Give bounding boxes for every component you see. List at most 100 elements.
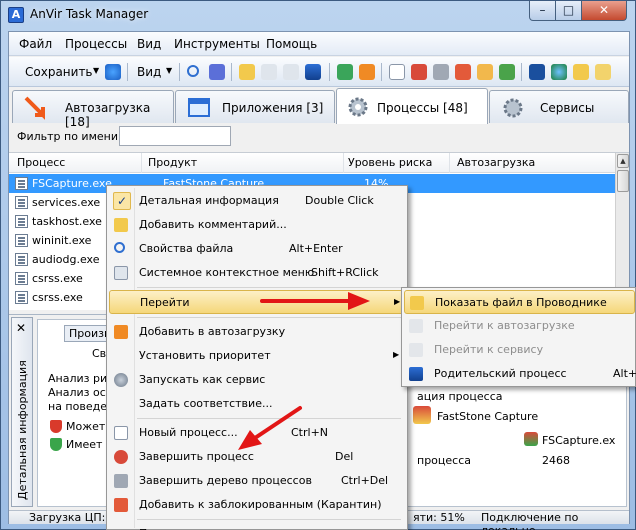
close-button[interactable]: ✕ [581,1,627,21]
menu-help[interactable]: Помощь [266,37,317,51]
scroll-up-icon[interactable]: ▲ [617,154,629,168]
tab-startup[interactable]: Автозагрузка [18] [12,90,174,129]
window-title: AnVir Task Manager [30,7,149,21]
minimize-button[interactable]: – [529,1,556,21]
menu-item-system-context[interactable]: Системное контекстное меню Shift+RClick [109,261,405,285]
tab-strip: Автозагрузка [18] Приложения [3] Процесс… [9,88,629,129]
menu-separator [137,287,401,288]
menu-item-truncated[interactable]: П [109,522,405,530]
menu-bar: Файл Процессы Вид Инструменты Помощь [9,32,629,56]
priority-icon[interactable] [337,64,353,80]
menu-item-goto[interactable]: Перейти ▶ [109,290,405,314]
app-icon: A [8,7,24,23]
web-icon[interactable] [551,64,567,80]
risk-shield-icon [50,420,62,433]
toolbar-separator [127,63,128,81]
new-process-icon[interactable] [389,64,405,80]
menu-view[interactable]: Вид [137,37,161,51]
menu-item-set-priority[interactable]: Установить приоритет ▶ [109,344,405,368]
menu-item-run-as-service[interactable]: Запускать как сервис [109,368,405,392]
process-info-header: ация процесса [417,390,503,403]
menu-file[interactable]: Файл [19,37,52,51]
system-menu-icon [114,266,128,280]
goto-service-icon [409,343,423,357]
menu-item-add-comment[interactable]: Добавить комментарий... [109,213,405,237]
save-dropdown-icon[interactable]: ▼ [93,66,99,75]
parent-process-icon [409,367,423,381]
comment-icon [114,218,128,232]
kill-tree-icon[interactable] [433,64,449,80]
folder-open-icon[interactable] [573,64,589,80]
menu-item-details[interactable]: ✓ Детальная информация Double Click [109,189,405,213]
toolbar-separator [521,63,522,81]
submenu-item-goto-startup[interactable]: Перейти к автозагрузке [404,314,635,338]
parent-process-icon[interactable] [305,64,321,80]
kill-process-icon [114,450,128,464]
context-menu: ✓ Детальная информация Double Click Доба… [106,185,408,530]
table-header: Процесс Продукт Уровень риска Автозагруз… [9,153,615,173]
search-icon[interactable] [187,65,199,77]
save-button[interactable]: Сохранить [25,65,93,79]
tab-services[interactable]: Сервисы [489,90,629,123]
menu-item-set-affinity[interactable]: Задать соответствие... [109,392,405,416]
detail-side-label: Детальная информация [16,360,29,500]
detail-side-tab[interactable]: ✕ Детальная информация [11,317,33,507]
gears-icon [348,97,368,117]
menu-item-quarantine[interactable]: Добавить к заблокированным (Карантин) [109,493,405,517]
menu-processes[interactable]: Процессы [65,37,127,51]
menu-item-new-process[interactable]: Новый процесс... Ctrl+N [109,421,405,445]
windows-icon [188,98,210,117]
folder-icon [410,296,424,310]
close-icon[interactable]: ✕ [16,321,26,335]
column-divider[interactable] [343,153,344,173]
lock-icon[interactable] [477,64,493,80]
menu-separator [137,418,401,419]
toolbar: Сохранить ▼ Вид ▼ [9,57,629,87]
menu-item-add-startup[interactable]: Добавить в автозагрузку [109,320,405,344]
tab-processes[interactable]: Процессы [48] [336,88,488,124]
column-process[interactable]: Процесс [17,156,65,169]
goto-startup-icon[interactable] [261,64,277,80]
maximize-button[interactable]: □ [555,1,582,21]
filter-input[interactable] [119,126,231,146]
properties-icon[interactable] [209,64,225,80]
menu-item-kill-tree[interactable]: Завершить дерево процессов Ctrl+Del [109,469,405,493]
menu-tools[interactable]: Инструменты [174,37,260,51]
menu-item-file-properties[interactable]: Свойства файла Alt+Enter [109,237,405,261]
process-icon [15,196,28,209]
refresh-icon[interactable] [105,64,121,80]
submenu-item-show-in-explorer[interactable]: Показать файл в Проводнике [404,290,635,314]
kill-process-icon[interactable] [411,64,427,80]
menu-item-kill-process[interactable]: Завершить процесс Del [109,445,405,469]
console-icon[interactable] [529,64,545,80]
tab-applications[interactable]: Приложения [3] [175,90,335,123]
title-bar[interactable]: A AnVir Task Manager – □ ✕ [1,1,635,31]
goto-startup-icon [409,319,423,333]
product-name: FastStone Capture [437,410,539,423]
toolbar-separator [329,63,330,81]
column-autostart[interactable]: Автозагрузка [457,156,535,169]
folder-icon[interactable] [239,64,255,80]
menu-separator [137,317,401,318]
goto-service-icon[interactable] [283,64,299,80]
quarantine-icon[interactable] [455,64,471,80]
column-divider[interactable] [141,153,142,173]
column-product[interactable]: Продукт [148,156,197,169]
submenu-item-goto-service[interactable]: Перейти к сервису [404,338,635,362]
new-process-icon [114,426,128,440]
submenu-item-parent-process[interactable]: Родительский процесс Alt+ [404,362,636,386]
green-icon[interactable] [499,64,515,80]
column-divider[interactable] [449,153,450,173]
startup-icon [114,325,128,339]
submenu-arrow-icon: ▶ [394,297,401,306]
notes-icon[interactable] [595,64,611,80]
column-risk[interactable]: Уровень риска [348,156,432,169]
view-button[interactable]: Вид [137,65,161,79]
toolbar-separator [381,63,382,81]
view-dropdown-icon[interactable]: ▼ [166,66,172,75]
search-icon [114,242,125,253]
add-startup-icon[interactable] [359,64,375,80]
toolbar-separator [179,63,180,81]
scroll-thumb[interactable] [617,170,629,192]
file-icon [524,432,538,446]
